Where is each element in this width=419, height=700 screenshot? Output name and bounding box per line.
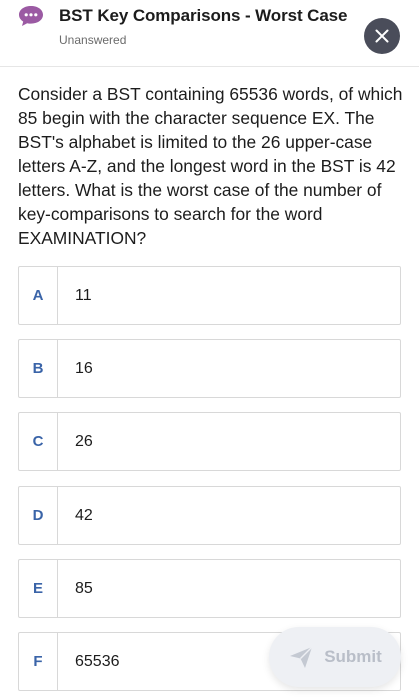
option-b[interactable]: B 16: [18, 339, 401, 398]
chat-bubble-icon: [19, 6, 43, 26]
option-text: 85: [75, 579, 93, 597]
option-text: 42: [75, 506, 93, 524]
option-d[interactable]: D 42: [18, 486, 401, 545]
option-letter: D: [19, 487, 58, 544]
option-text: 16: [75, 359, 93, 377]
submit-button[interactable]: Submit: [269, 627, 401, 687]
option-c[interactable]: C 26: [18, 412, 401, 471]
option-text: 26: [75, 432, 93, 450]
status-label: Unanswered: [59, 33, 127, 47]
option-letter: A: [19, 267, 58, 324]
option-text: 11: [75, 286, 92, 304]
quiz-screen: BST Key Comparisons - Worst Case Unanswe…: [0, 0, 419, 700]
page-title: BST Key Comparisons - Worst Case: [59, 6, 348, 25]
submit-label: Submit: [324, 647, 382, 666]
question-text: Consider a BST containing 65536 words, o…: [18, 84, 403, 248]
option-letter: C: [19, 413, 58, 470]
close-icon: [375, 29, 389, 43]
header: BST Key Comparisons - Worst Case Unanswe…: [0, 0, 419, 67]
option-letter: F: [19, 633, 58, 690]
option-e[interactable]: E 85: [18, 559, 401, 618]
option-a[interactable]: A 11: [18, 266, 401, 325]
send-icon: [290, 646, 313, 668]
option-letter: E: [19, 560, 58, 617]
option-letter: B: [19, 340, 58, 397]
option-text: 65536: [75, 652, 120, 670]
close-button[interactable]: [364, 18, 400, 54]
